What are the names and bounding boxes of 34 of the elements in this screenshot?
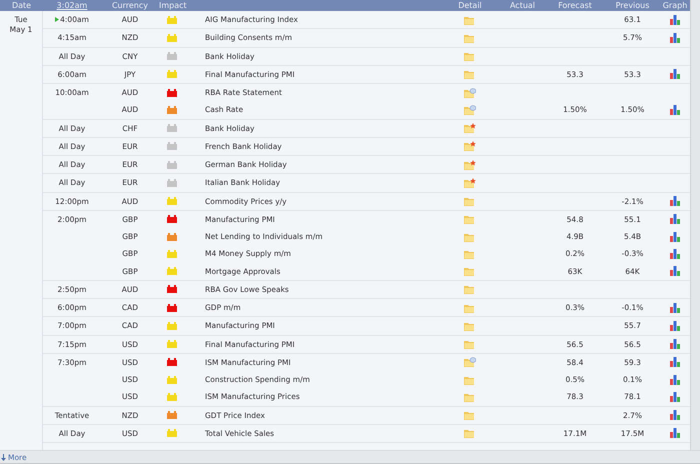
column-header: Impact — [159, 0, 185, 11]
column-header: Actual — [508, 0, 536, 11]
column-header: Date — [10, 0, 32, 11]
bar-chart-icon[interactable] — [670, 232, 680, 242]
bar-chart-icon[interactable] — [670, 69, 680, 80]
bar-chart-icon[interactable] — [670, 104, 680, 115]
folder-star-icon[interactable] — [464, 123, 476, 134]
bar-chart-icon[interactable] — [670, 196, 680, 206]
bar-chart-icon[interactable] — [670, 357, 680, 368]
bar-chart-icon[interactable] — [670, 339, 680, 350]
folder-speech-icon[interactable] — [464, 357, 476, 368]
bar-chart-icon[interactable] — [670, 428, 680, 438]
column-header: Currency — [110, 0, 150, 11]
column-header: Previous — [614, 0, 650, 11]
scrollbar[interactable] — [690, 0, 700, 450]
column-header: Graph — [662, 0, 688, 11]
folder-star-icon[interactable] — [464, 178, 476, 188]
folder-star-icon[interactable] — [464, 160, 476, 170]
bar-chart-icon[interactable] — [670, 410, 680, 420]
download-icon — [1, 454, 6, 460]
folder-speech-icon[interactable] — [464, 88, 476, 98]
bar-chart-icon[interactable] — [670, 320, 680, 331]
column-header: Detail — [457, 0, 483, 11]
bar-chart-icon[interactable] — [670, 214, 680, 224]
bar-chart-icon[interactable] — [670, 374, 680, 385]
column-header: Forecast — [557, 0, 593, 11]
bar-chart-icon[interactable] — [670, 302, 680, 313]
folder-speech-icon[interactable] — [464, 104, 476, 115]
bar-chart-icon[interactable] — [670, 392, 680, 402]
bar-chart-icon[interactable] — [670, 266, 680, 276]
bar-chart-icon[interactable] — [670, 32, 680, 43]
folder-star-icon[interactable] — [464, 141, 476, 152]
bar-chart-icon[interactable] — [670, 248, 680, 259]
bar-chart-icon[interactable] — [670, 14, 680, 25]
